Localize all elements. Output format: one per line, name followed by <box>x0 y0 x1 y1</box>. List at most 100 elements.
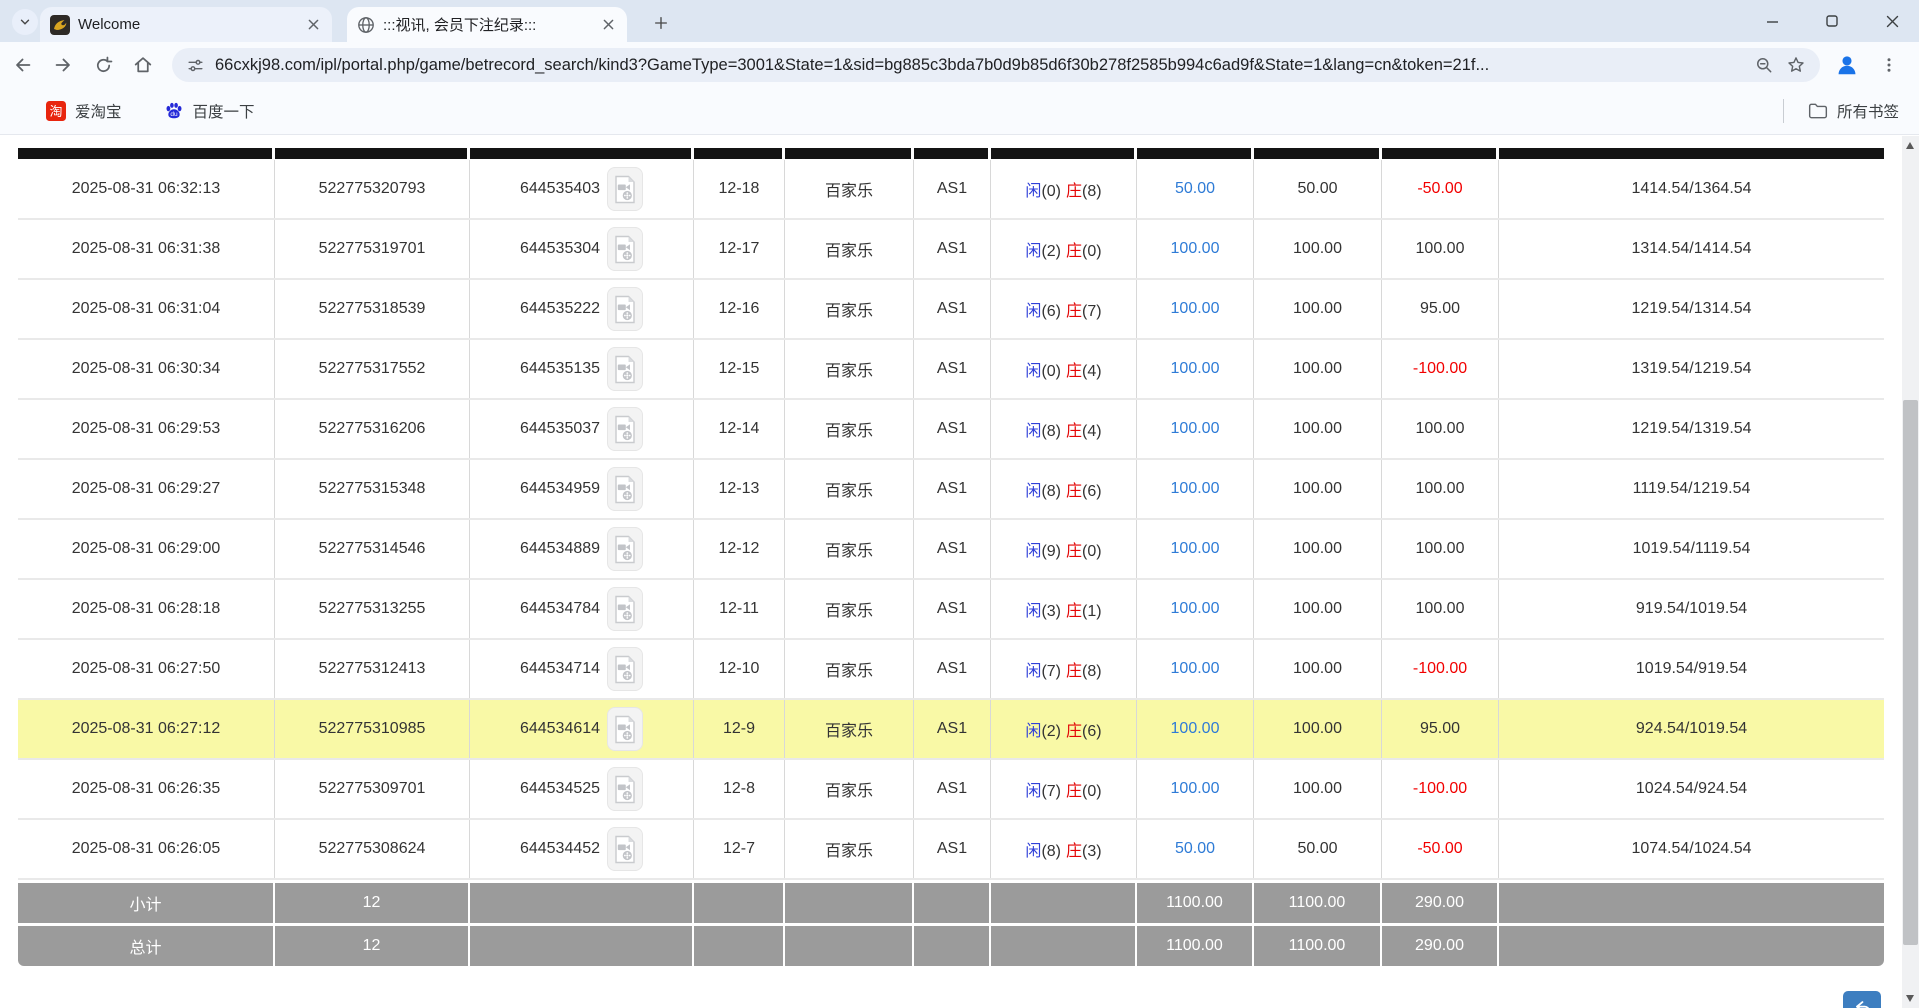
home-button[interactable] <box>126 48 160 82</box>
banker-points: (3) <box>1082 843 1102 860</box>
profile-avatar[interactable] <box>1830 48 1864 82</box>
cell-game-number: 644534614 <box>470 700 694 758</box>
reload-button[interactable] <box>86 48 120 82</box>
cell-round: 12-12 <box>694 520 785 578</box>
banker-bet-label: 庄 <box>1066 183 1082 200</box>
all-bookmarks-button[interactable]: 所有书签 <box>1802 96 1905 126</box>
svg-text:du: du <box>170 111 178 118</box>
bookmark-star-button[interactable] <box>1786 55 1806 75</box>
cell-bet-number: 522775315348 <box>275 460 470 518</box>
cell-balance: 1024.54/924.54 <box>1499 760 1884 818</box>
tab-welcome[interactable]: Welcome <box>40 7 332 42</box>
video-replay-button[interactable] <box>607 527 643 571</box>
cell-game-type: 百家乐 <box>785 400 914 458</box>
new-tab-button[interactable] <box>648 10 674 36</box>
player-bet-label: 闲 <box>1025 843 1041 860</box>
cell-balance: 1414.54/1364.54 <box>1499 160 1884 218</box>
cell-valid-amount: 100.00 <box>1254 340 1382 398</box>
scrollbar-up-arrow[interactable] <box>1906 142 1914 149</box>
player-bet-label: 闲 <box>1025 243 1041 260</box>
taobao-icon: 淘 <box>46 101 66 121</box>
video-replay-button[interactable] <box>607 767 643 811</box>
video-replay-button[interactable] <box>607 347 643 391</box>
total-count: 12 <box>275 926 470 966</box>
cell-valid-amount: 50.00 <box>1254 820 1382 878</box>
banker-bet-label: 庄 <box>1066 543 1082 560</box>
cell-balance: 1219.54/1314.54 <box>1499 280 1884 338</box>
cell-round: 12-16 <box>694 280 785 338</box>
window-close-button[interactable] <box>1869 0 1915 42</box>
player-points: (7) <box>1041 663 1061 680</box>
zoom-out-magnifier-icon <box>1754 55 1774 75</box>
close-icon <box>1886 15 1899 28</box>
cell-bet-number: 522775312413 <box>275 640 470 698</box>
video-file-icon <box>613 415 637 444</box>
video-replay-button[interactable] <box>607 227 643 271</box>
scrollbar-down-arrow[interactable] <box>1906 995 1914 1002</box>
cell-valid-amount: 100.00 <box>1254 400 1382 458</box>
video-replay-button[interactable] <box>607 407 643 451</box>
cell-valid-amount: 100.00 <box>1254 220 1382 278</box>
player-points: (0) <box>1041 363 1061 380</box>
player-points: (6) <box>1041 303 1061 320</box>
cell-table-code: AS1 <box>914 400 991 458</box>
cell-game-type: 百家乐 <box>785 340 914 398</box>
cell-bet-number: 522775314546 <box>275 520 470 578</box>
video-replay-button[interactable] <box>607 827 643 871</box>
video-replay-button[interactable] <box>607 587 643 631</box>
game-number: 644535304 <box>520 240 600 258</box>
cell-bet-number: 522775309701 <box>275 760 470 818</box>
tab-search-button[interactable] <box>12 9 38 35</box>
cell-table-code: AS1 <box>914 700 991 758</box>
back-to-top-button[interactable] <box>1843 991 1881 1008</box>
scrollbar-thumb[interactable] <box>1903 400 1918 945</box>
cell-round: 12-11 <box>694 580 785 638</box>
bookmark-baidu[interactable]: du 百度一下 <box>158 96 261 126</box>
cell-bet-content: 闲(9)庄(0) <box>991 520 1137 578</box>
video-replay-button[interactable] <box>607 167 643 211</box>
video-replay-button[interactable] <box>607 287 643 331</box>
vertical-scrollbar[interactable] <box>1902 136 1919 1008</box>
video-replay-button[interactable] <box>607 707 643 751</box>
window-minimize-button[interactable] <box>1749 0 1795 42</box>
cell-valid-amount: 100.00 <box>1254 460 1382 518</box>
cell-bet-amount: 50.00 <box>1137 820 1254 878</box>
bookmarks-divider <box>1783 99 1784 123</box>
table-row: 2025-08-31 06:31:04 522775318539 6445352… <box>18 280 1884 340</box>
banker-points: (6) <box>1082 483 1102 500</box>
page-content: 2025-08-31 06:32:13 522775320793 6445354… <box>0 136 1919 1008</box>
total-valid: 1100.00 <box>1254 926 1382 966</box>
url-text: 66cxkj98.com/ipl/portal.php/game/betreco… <box>215 56 1742 75</box>
cell-game-type: 百家乐 <box>785 460 914 518</box>
cell-game-type: 百家乐 <box>785 520 914 578</box>
banker-bet-label: 庄 <box>1066 723 1082 740</box>
subtotal-count: 12 <box>275 883 470 923</box>
cell-game-number: 644534452 <box>470 820 694 878</box>
tab-close-button[interactable] <box>599 16 617 34</box>
table-row: 2025-08-31 06:27:12 522775310985 6445346… <box>18 700 1884 760</box>
tab-bet-record[interactable]: :::视讯, 会员下注纪录::: <box>347 7 627 42</box>
bookmarks-bar: 淘 爱淘宝 du 百度一下 所 <box>0 88 1919 135</box>
reload-icon <box>93 55 114 76</box>
bookmark-taobao[interactable]: 淘 爱淘宝 <box>40 96 128 126</box>
video-replay-button[interactable] <box>607 467 643 511</box>
cell-round: 12-15 <box>694 340 785 398</box>
address-bar[interactable]: 66cxkj98.com/ipl/portal.php/game/betreco… <box>172 48 1820 82</box>
zoom-level-button[interactable] <box>1754 55 1774 75</box>
forward-button[interactable] <box>46 48 80 82</box>
cell-balance: 1019.54/919.54 <box>1499 640 1884 698</box>
browser-menu-button[interactable] <box>1872 48 1906 82</box>
cell-game-type: 百家乐 <box>785 760 914 818</box>
tab-close-button[interactable] <box>304 16 322 34</box>
video-replay-button[interactable] <box>607 647 643 691</box>
banker-points: (6) <box>1082 723 1102 740</box>
tab-title: :::视讯, 会员下注纪录::: <box>383 14 591 35</box>
banker-bet-label: 庄 <box>1066 843 1082 860</box>
window-maximize-button[interactable] <box>1809 0 1855 42</box>
back-button[interactable] <box>6 48 40 82</box>
cell-table-code: AS1 <box>914 820 991 878</box>
cell-winloss: 95.00 <box>1382 280 1499 338</box>
cell-balance: 1314.54/1414.54 <box>1499 220 1884 278</box>
cell-bet-time: 2025-08-31 06:31:04 <box>18 280 275 338</box>
tab-title: Welcome <box>78 16 296 33</box>
